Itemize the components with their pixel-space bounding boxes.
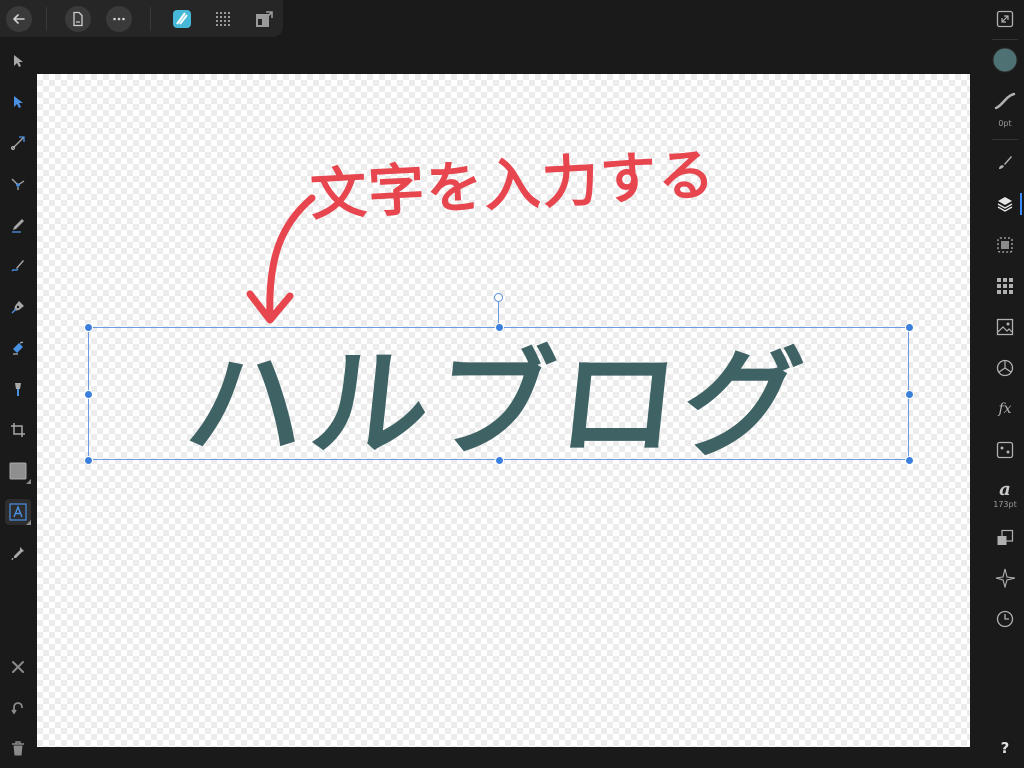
transform-icon xyxy=(997,529,1014,545)
image-icon xyxy=(996,318,1014,336)
annotation-arrow-icon xyxy=(246,194,316,324)
export-persona-icon xyxy=(256,11,273,27)
more-button[interactable] xyxy=(106,6,132,32)
text-frame-icon xyxy=(9,503,27,521)
stroke-well[interactable] xyxy=(992,88,1018,114)
resize-handle-top-right[interactable] xyxy=(905,323,914,332)
pencil-icon xyxy=(12,219,24,233)
compass-icon xyxy=(995,568,1015,588)
pen-nib-icon xyxy=(11,301,24,314)
vector-brush-tool[interactable] xyxy=(5,253,31,279)
fill-tool[interactable] xyxy=(5,335,31,361)
node-arrow-icon xyxy=(14,96,23,108)
designer-persona-icon xyxy=(173,10,191,28)
color-studio-button[interactable] xyxy=(992,355,1018,381)
clock-icon xyxy=(996,610,1014,628)
text-character-icon: a xyxy=(999,478,1011,500)
stroke-width-label: 0pt xyxy=(998,119,1012,128)
pen-tool[interactable] xyxy=(5,294,31,320)
history-studio-button[interactable] xyxy=(992,606,1018,632)
appearance-icon xyxy=(997,237,1013,253)
pixel-persona-button[interactable] xyxy=(210,6,236,32)
point-transform-tool[interactable] xyxy=(5,171,31,197)
eyedropper-icon xyxy=(11,547,24,561)
move-tool[interactable] xyxy=(5,48,31,74)
resize-handle-bottom-left[interactable] xyxy=(84,456,93,465)
color-wheel-icon xyxy=(996,359,1014,377)
assets-studio-button[interactable] xyxy=(992,314,1018,340)
transparency-icon xyxy=(15,383,21,396)
fill-bucket-icon xyxy=(13,341,24,355)
swatches-grid-icon xyxy=(997,278,1013,294)
styles-studio-button[interactable] xyxy=(992,437,1018,463)
vector-brush-icon xyxy=(11,260,24,272)
resize-handle-bottom[interactable] xyxy=(495,456,504,465)
layers-icon xyxy=(997,197,1013,212)
swatches-studio-button[interactable] xyxy=(992,273,1018,299)
document-button[interactable] xyxy=(65,6,91,32)
square-shape-icon xyxy=(9,462,27,480)
studio-panel-bar: 0pt fx a 173pt ? xyxy=(986,0,1024,768)
color-picker-tool[interactable] xyxy=(5,540,31,566)
document-icon xyxy=(73,11,83,27)
fill-color-swatch xyxy=(992,47,1018,73)
resize-handle-top-left[interactable] xyxy=(84,323,93,332)
brushes-studio-button[interactable] xyxy=(992,150,1018,176)
resize-handle-right[interactable] xyxy=(905,390,914,399)
back-button[interactable] xyxy=(6,6,32,32)
undo-icon xyxy=(11,702,23,715)
trash-icon xyxy=(12,741,24,756)
undo-button[interactable] xyxy=(5,695,31,721)
crop-tool[interactable] xyxy=(5,417,31,443)
point-transform-icon xyxy=(11,178,25,190)
more-icon xyxy=(113,17,125,21)
fullscreen-button[interactable] xyxy=(992,6,1018,32)
artistic-text-tool[interactable] xyxy=(5,499,31,525)
rotation-handle[interactable] xyxy=(494,293,503,302)
pointer-arrow-icon xyxy=(14,55,23,67)
character-studio-button[interactable]: a xyxy=(992,476,1018,502)
font-size-label: 173pt xyxy=(993,500,1017,509)
fill-color-well[interactable] xyxy=(992,47,1018,73)
pencil-tool[interactable] xyxy=(5,212,31,238)
crop-icon xyxy=(11,423,25,437)
help-icon: ? xyxy=(1000,739,1010,757)
corner-icon xyxy=(10,136,25,151)
stroke-curve-icon xyxy=(994,92,1016,110)
designer-persona-button[interactable] xyxy=(169,6,195,32)
transparency-tool[interactable] xyxy=(5,376,31,402)
appearance-studio-button[interactable] xyxy=(992,232,1018,258)
fx-icon: fx xyxy=(998,401,1012,417)
resize-handle-top[interactable] xyxy=(495,323,504,332)
active-panel-indicator xyxy=(1020,193,1022,215)
back-arrow-icon xyxy=(13,14,25,24)
export-persona-button[interactable] xyxy=(251,6,277,32)
effects-studio-button[interactable]: fx xyxy=(992,396,1018,422)
brush-icon xyxy=(999,156,1012,169)
selection-bounding-box[interactable] xyxy=(88,327,909,460)
layers-studio-button[interactable] xyxy=(992,191,1018,217)
delete-button[interactable] xyxy=(5,736,31,762)
styles-icon xyxy=(996,441,1014,459)
transform-studio-button[interactable] xyxy=(992,525,1018,551)
top-toolbar xyxy=(0,0,283,37)
pixel-persona-icon xyxy=(216,12,230,26)
navigator-studio-button[interactable] xyxy=(992,565,1018,591)
resize-handle-bottom-right[interactable] xyxy=(905,456,914,465)
close-button[interactable] xyxy=(5,654,31,680)
tools-panel xyxy=(0,37,37,768)
corner-tool[interactable] xyxy=(5,130,31,156)
resize-handle-left[interactable] xyxy=(84,390,93,399)
fullscreen-icon xyxy=(996,10,1014,28)
node-tool[interactable] xyxy=(5,89,31,115)
shape-tool[interactable] xyxy=(5,458,31,484)
close-icon xyxy=(12,661,24,673)
help-button[interactable]: ? xyxy=(992,735,1018,761)
